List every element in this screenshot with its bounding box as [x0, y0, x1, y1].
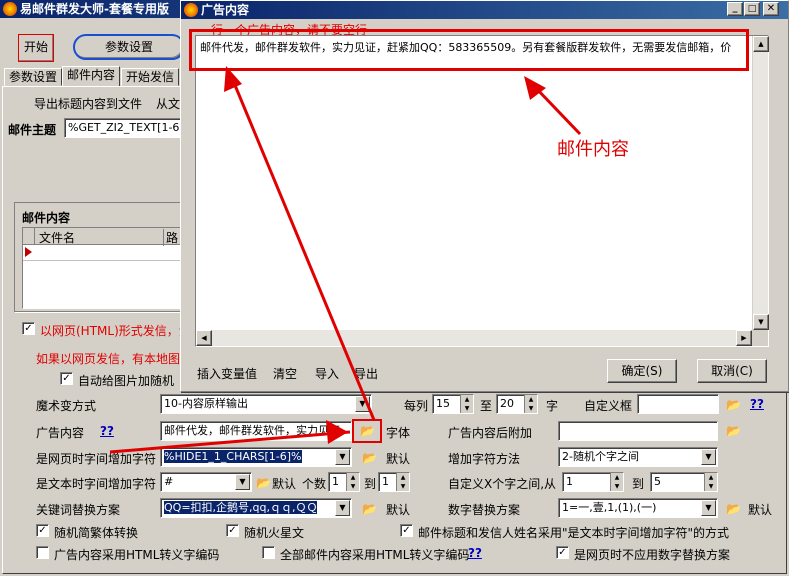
- arrow-to-ad-field: [109, 430, 351, 454]
- annotation-arrows: [109, 66, 582, 454]
- arrow-to-dialog: [230, 77, 376, 421]
- arrow-to-content: [532, 84, 582, 136]
- arrowhead-dialog: [224, 66, 242, 92]
- arrowhead-ad-field: [326, 420, 348, 444]
